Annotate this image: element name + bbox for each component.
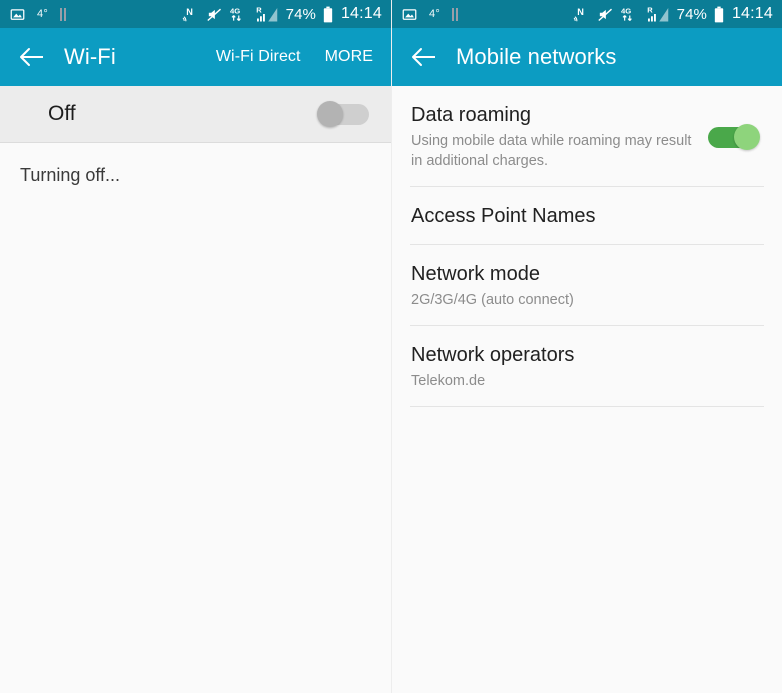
svg-text:4G: 4G — [230, 6, 240, 15]
battery-percentage: 74% — [285, 5, 316, 23]
wifi-switch-label: Off — [48, 102, 76, 125]
list-item-subtitle: 2G/3G/4G (auto connect) — [411, 292, 574, 308]
4g-data-icon: 4G — [621, 5, 640, 23]
list-item-subtitle: Using mobile data while roaming may resu… — [411, 133, 692, 169]
list-item-texts: Data roaming Using mobile data while roa… — [411, 103, 708, 171]
svg-text:N: N — [186, 7, 193, 17]
4g-data-icon: 4G — [230, 5, 249, 23]
status-bar-right-icons: N 4G R 74% 14:14 — [182, 5, 382, 23]
battery-icon — [323, 6, 333, 23]
left-screenshot-wifi: 4° N 4G R 74% 14:14 Wi-Fi Wi-Fi Direct M… — [0, 0, 392, 693]
svg-text:4G: 4G — [621, 6, 631, 15]
battery-icon — [714, 6, 724, 23]
svg-text:R: R — [647, 6, 653, 15]
page-title: Wi-Fi — [64, 44, 116, 69]
pause-bars-icon — [59, 7, 66, 21]
pause-bars-icon — [451, 7, 458, 21]
roaming-signal-icon: R — [256, 5, 279, 23]
list-item-title: Access Point Names — [411, 205, 596, 227]
nfc-icon: N — [573, 6, 590, 23]
battery-percentage: 74% — [676, 5, 707, 23]
list-item-texts: Network operators Telekom.de — [411, 343, 762, 391]
list-item-title: Network mode — [411, 263, 540, 285]
toggle-knob — [317, 101, 343, 127]
appbar-wifi: Wi-Fi Wi-Fi Direct MORE — [0, 28, 391, 86]
list-item-texts: Access Point Names — [411, 204, 762, 229]
roaming-signal-icon: R — [647, 5, 670, 23]
status-bar-right-right-icons: N 4G R 74% 14:14 — [573, 5, 773, 23]
svg-text:R: R — [256, 6, 262, 15]
status-bar-right-left-icons: 4° — [402, 7, 458, 22]
status-bar-clock: 14:14 — [340, 5, 382, 22]
list-item-title: Network operators — [411, 344, 575, 366]
appbar-mobile-networks: Mobile networks — [392, 28, 782, 86]
mobile-networks-list: Data roaming Using mobile data while roa… — [392, 86, 782, 407]
nfc-icon: N — [182, 6, 199, 23]
data-roaming-toggle-switch[interactable] — [708, 124, 760, 150]
list-item-access-point-names[interactable]: Access Point Names — [392, 187, 782, 244]
wifi-status-message: Turning off... — [20, 165, 121, 185]
right-screenshot-mobile-networks: 4° N 4G R 74% 14:14 Mobile networks Data… — [392, 0, 782, 693]
sound-mute-icon — [597, 6, 614, 23]
temperature-indicator: 4° — [37, 8, 48, 20]
back-arrow-icon[interactable] — [409, 42, 439, 72]
temperature-indicator: 4° — [429, 8, 440, 20]
list-divider — [410, 406, 764, 407]
sound-mute-icon — [206, 6, 223, 23]
wifi-master-switch-row[interactable]: Off — [0, 86, 391, 143]
list-item-texts: Network mode 2G/3G/4G (auto connect) — [411, 262, 762, 310]
status-bar-right: 4° N 4G R 74% 14:14 — [392, 0, 782, 28]
list-item-network-operators[interactable]: Network operators Telekom.de — [392, 326, 782, 406]
image-icon — [10, 7, 25, 22]
page-title: Mobile networks — [456, 44, 617, 69]
status-bar-left: 4° N 4G R 74% 14:14 — [0, 0, 391, 28]
list-item-data-roaming[interactable]: Data roaming Using mobile data while roa… — [392, 86, 782, 186]
status-bar-left-icons: 4° — [10, 7, 66, 22]
image-icon — [402, 7, 417, 22]
toggle-knob — [734, 124, 760, 150]
more-button[interactable]: MORE — [325, 48, 373, 66]
back-arrow-icon[interactable] — [17, 42, 47, 72]
list-item-network-mode[interactable]: Network mode 2G/3G/4G (auto connect) — [392, 245, 782, 325]
dual-screenshot-stage: 4° N 4G R 74% 14:14 Wi-Fi Wi-Fi Direct M… — [0, 0, 782, 693]
wifi-direct-button[interactable]: Wi-Fi Direct — [216, 48, 301, 66]
list-item-title: Data roaming — [411, 104, 532, 126]
wifi-toggle-switch[interactable] — [317, 101, 369, 127]
data-roaming-toggle-wrap — [708, 124, 762, 150]
list-item-subtitle: Telekom.de — [411, 373, 486, 389]
svg-text:N: N — [577, 7, 584, 17]
status-bar-clock: 14:14 — [731, 5, 773, 22]
